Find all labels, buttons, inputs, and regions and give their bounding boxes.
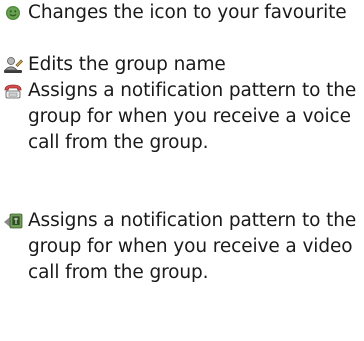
list-item-text: Changes the icon to your favourite <box>28 2 347 23</box>
feature-description-list: Changes the icon to your favourite Edits… <box>0 0 364 338</box>
list-item-text: Assigns a notification pattern to the gr… <box>28 80 357 153</box>
list-item-change-icon: Changes the icon to your favourite <box>0 0 364 52</box>
smiley-face-icon <box>2 3 24 23</box>
phone-icon <box>2 81 24 101</box>
user-edit-icon <box>2 55 24 75</box>
list-item-edit-group-name: Edits the group name <box>0 52 364 78</box>
list-item-text: Edits the group name <box>28 54 226 75</box>
list-item-voice-call-pattern: Assigns a notification pattern to the gr… <box>0 78 364 208</box>
video-call-icon <box>2 211 24 231</box>
list-item-text: Assigns a notification pattern to the gr… <box>28 210 357 283</box>
list-item-video-call-pattern: Assigns a notification pattern to the gr… <box>0 208 364 338</box>
